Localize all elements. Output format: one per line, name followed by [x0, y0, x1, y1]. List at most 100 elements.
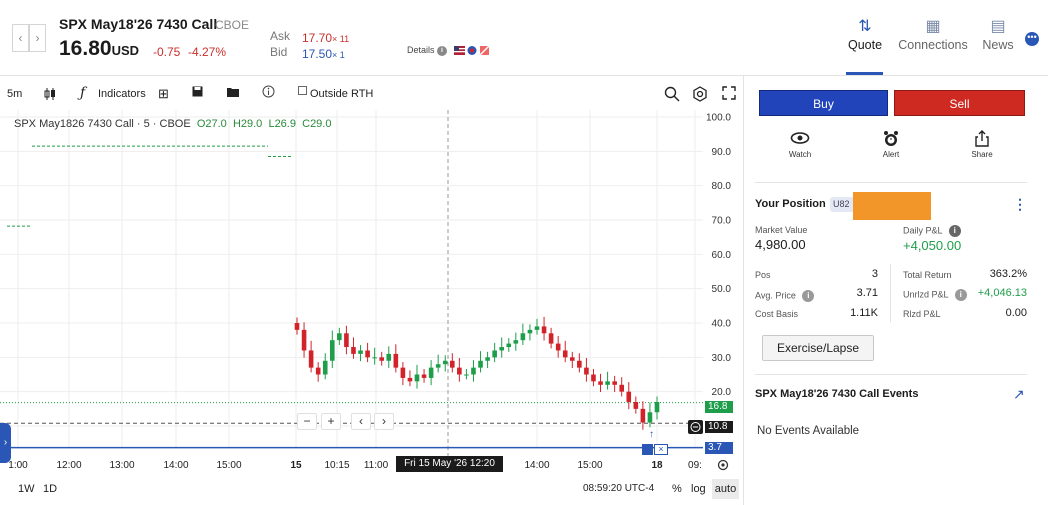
candle-body: [407, 377, 413, 382]
percent-scale-button[interactable]: %: [672, 483, 682, 495]
fullscreen-icon[interactable]: [722, 86, 736, 103]
info-icon[interactable]: i: [948, 225, 961, 237]
x-tick-label: 15: [290, 460, 302, 471]
price-chart[interactable]: 100.0 90.0 80.0 70.0 60.0 50.0 40.0 30.0 20.0 10.…: [0, 110, 744, 478]
auto-scale-button[interactable]: auto: [712, 479, 739, 499]
candle-body: [506, 343, 512, 348]
candle-body: [428, 367, 434, 378]
folder-icon[interactable]: [227, 86, 239, 100]
candle-body: [393, 353, 399, 368]
outside-rth-checkbox[interactable]: [298, 86, 308, 99]
candle-body: [351, 347, 356, 354]
eye-icon: [775, 130, 825, 150]
tab-news[interactable]: ▤ News: [980, 16, 1016, 52]
x-tick-label: 13:00: [109, 460, 134, 471]
legend-close-value: 29.0: [310, 118, 332, 130]
sell-button[interactable]: Sell: [894, 90, 1025, 116]
info-icon[interactable]: i: [802, 290, 815, 302]
total-return-value: 363.2%: [989, 268, 1027, 280]
expand-panel-button[interactable]: ›: [0, 423, 11, 463]
next-contract-button[interactable]: ›: [29, 24, 46, 52]
zoom-search-icon[interactable]: [664, 86, 680, 105]
close-marker-icon[interactable]: ×: [654, 444, 668, 455]
info-icon[interactable]: [262, 85, 275, 101]
active-tab-indicator: [846, 72, 883, 75]
y-tick-label: 20.0: [712, 387, 732, 398]
legend-low: L26.9: [265, 118, 296, 130]
candle-body: [633, 401, 639, 409]
candle-body: [337, 333, 342, 341]
chart-settings-icon[interactable]: [717, 458, 729, 476]
function-icon[interactable]: ƒ: [80, 85, 85, 101]
scroll-right-button[interactable]: ›: [374, 413, 394, 430]
scroll-left-button[interactable]: ‹: [351, 413, 371, 430]
external-link-icon[interactable]: ↗: [1013, 386, 1025, 403]
watch-button[interactable]: Watch: [775, 130, 825, 159]
cost-basis-label: Cost Basis: [755, 309, 799, 319]
candle-body: [612, 381, 617, 385]
x-tick-label: 18: [651, 460, 663, 471]
section-divider: [755, 182, 1027, 183]
prev-contract-button[interactable]: ‹: [12, 24, 29, 52]
daily-pnl-label-text: Daily P&L: [903, 225, 943, 236]
exercise-lapse-button[interactable]: Exercise/Lapse: [762, 335, 874, 361]
low-price-tag: 3.7: [705, 442, 733, 454]
tab-quote[interactable]: ⇅ Quote: [845, 16, 885, 52]
add-order-icon[interactable]: [688, 420, 703, 434]
zoom-out-button[interactable]: −: [297, 413, 317, 430]
candle-body: [414, 374, 420, 382]
avg-price-label: Avg. Price i: [755, 290, 815, 302]
candle-body: [562, 350, 568, 358]
tab-connections[interactable]: ▦ Connections: [898, 16, 968, 52]
candle-body: [640, 408, 646, 423]
newspaper-icon: ▤: [990, 18, 1006, 35]
candle-body: [626, 391, 632, 402]
chart-legend: SPX May1826 7430 Call · 5 · CBOE O27.0 H…: [14, 118, 331, 130]
candle-body: [619, 384, 625, 392]
range-1d-button[interactable]: 1D: [43, 483, 57, 495]
position-menu-icon[interactable]: ⋮: [1013, 196, 1027, 213]
details-link[interactable]: Details i: [407, 45, 490, 56]
cost-basis-value: 1.11K: [850, 307, 878, 319]
tab-quote-label: Quote: [847, 38, 883, 52]
legend-close: C29.0: [299, 118, 331, 130]
zoom-in-button[interactable]: +: [321, 413, 341, 430]
candle-body: [555, 343, 561, 351]
save-icon[interactable]: [192, 86, 203, 100]
range-1w-button[interactable]: 1W: [18, 483, 35, 495]
buy-button[interactable]: Buy: [759, 90, 888, 116]
candle-body: [654, 401, 660, 413]
candle-body: [591, 374, 596, 382]
alert-button[interactable]: Alert: [866, 130, 916, 159]
candle-body: [372, 357, 377, 359]
contract-title: SPX May18'26 7430 Call: [59, 16, 218, 32]
share-button[interactable]: Share: [957, 130, 1007, 159]
exchange-flags-icon: [453, 45, 490, 56]
log-scale-button[interactable]: log: [691, 483, 706, 495]
candle-body: [464, 374, 469, 376]
candle-body: [584, 367, 589, 375]
currency-label: USD: [111, 43, 140, 58]
candle-body: [435, 364, 441, 368]
candle-body: [400, 367, 406, 378]
tab-connections-label: Connections: [898, 38, 968, 52]
indicators-button[interactable]: Indicators: [98, 88, 146, 100]
position-marker[interactable]: [642, 444, 653, 455]
sort-arrows-icon: ⇅: [858, 18, 872, 35]
more-options-button[interactable]: •••: [1025, 32, 1039, 46]
settings-gear-icon[interactable]: [692, 86, 708, 105]
layout-grid-icon[interactable]: ⊞: [158, 86, 169, 102]
alert-label: Alert: [882, 150, 900, 159]
candle-type-icon[interactable]: [44, 87, 56, 104]
interval-selector[interactable]: 5m: [7, 88, 22, 100]
share-label: Share: [971, 150, 993, 159]
x-tick-label: 15:00: [216, 460, 241, 471]
candle-body: [442, 360, 448, 365]
candle-body: [605, 381, 610, 385]
candle-body: [322, 360, 328, 375]
candle-body: [492, 350, 497, 358]
crosshair-time-label: Fri 15 May '26 12:20: [396, 456, 503, 472]
legend-open-value: 27.0: [205, 118, 227, 130]
last-price-value: 16.80: [59, 37, 112, 60]
events-title: SPX May18'26 7430 Call Events: [755, 388, 919, 400]
